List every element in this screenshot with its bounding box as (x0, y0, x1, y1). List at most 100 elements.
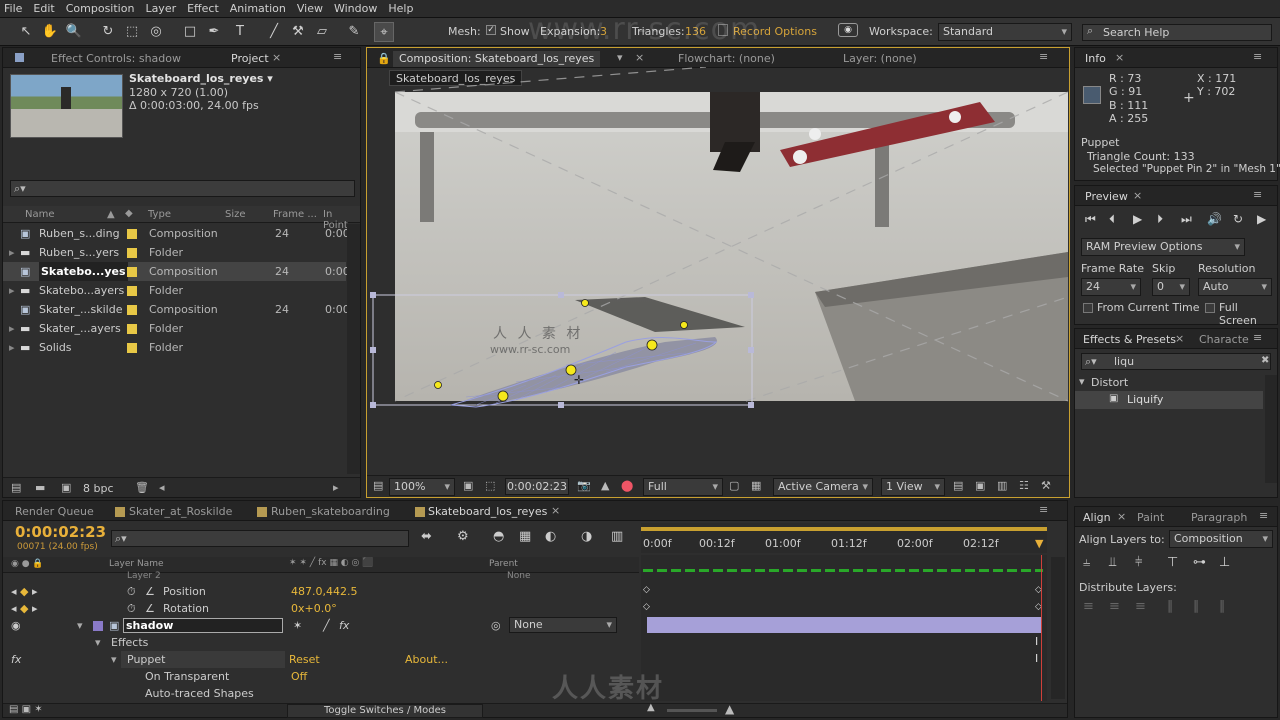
exposure-icon[interactable]: ⚒ (1041, 479, 1051, 492)
tab-info[interactable]: Info (1085, 51, 1106, 67)
transparency-grid-icon[interactable]: ▦ (751, 479, 761, 492)
rotation-row[interactable]: ◂ ◆ ▸ ⏱ ∠ Rotation 0x+0.0° (3, 600, 639, 617)
fx-switch-icon[interactable]: fx (339, 617, 349, 634)
tab-project[interactable]: Project (231, 51, 269, 67)
comp-name[interactable]: Skateboard_los_reyes ▾ (129, 72, 273, 85)
distribute-vcenter-icon[interactable]: ≡ (1109, 599, 1120, 614)
full-screen-checkbox[interactable] (1205, 303, 1215, 313)
col-type[interactable]: Type (148, 209, 171, 220)
close-icon[interactable]: × (635, 51, 644, 64)
puppet-pin-tool-icon[interactable]: ⌖ (374, 22, 394, 42)
current-time-field[interactable]: 0:00:02:23 (505, 478, 569, 495)
show-mesh-checkbox[interactable]: ✓ (486, 25, 496, 35)
interpret-icon[interactable]: ▤ (11, 481, 21, 494)
toggle-pixel-icon[interactable]: ▤ (953, 479, 963, 492)
loop-icon[interactable]: ↻ (1233, 212, 1243, 226)
menu-help[interactable]: Help (388, 2, 413, 15)
layer-color-swatch[interactable] (93, 621, 103, 631)
col-frame[interactable]: Frame ... (273, 209, 317, 220)
menu-composition[interactable]: Composition (66, 2, 135, 15)
menu-layer[interactable]: Layer (145, 2, 176, 15)
graph-editor-icon[interactable]: ◑ (581, 529, 592, 544)
layer-duration-bar[interactable] (647, 617, 1041, 633)
align-to-dropdown[interactable]: Composition (1169, 530, 1273, 548)
menu-edit[interactable]: Edit (33, 2, 54, 15)
eye-icon[interactable]: ◉ (11, 617, 21, 634)
tab-composition[interactable]: Composition: Skateboard_los_reyes (393, 51, 601, 67)
effects-scrollbar[interactable] (1265, 375, 1277, 483)
expand-arrow-icon[interactable]: ▾ (1079, 375, 1085, 388)
on-transparent-value[interactable]: Off (291, 668, 307, 685)
list-item[interactable]: ▸ ▬ Solids Folder (3, 338, 346, 357)
comp-mini-flowchart-icon[interactable]: ⬌ (421, 529, 432, 544)
selection-tool-icon[interactable]: ↖ (16, 22, 36, 42)
quality-switch-icon[interactable]: ╱ (323, 617, 330, 634)
timeline-icon[interactable]: ▥ (997, 479, 1007, 492)
keyframe-icon[interactable]: ◇ (643, 602, 650, 612)
position-value[interactable]: 487.0,442.5 (291, 583, 357, 600)
timeline-scrollbar[interactable] (1051, 557, 1065, 699)
resolution-dropdown[interactable]: Auto (1198, 278, 1272, 296)
about-link[interactable]: About... (405, 651, 448, 668)
brush-tool-icon[interactable]: ╱ (264, 22, 284, 42)
shy-icon[interactable]: ◓ (493, 529, 504, 544)
footer-icons[interactable]: ▤ ▣ ✶ (9, 704, 43, 715)
effects-group-row[interactable]: ▾ Effects (3, 634, 639, 651)
close-icon[interactable]: × (272, 51, 281, 64)
project-search-input[interactable] (10, 180, 355, 197)
hand-tool-icon[interactable]: ✋ (40, 22, 60, 42)
menu-view[interactable]: View (297, 2, 323, 15)
frame-rate-dropdown[interactable]: 24 (1081, 278, 1141, 296)
audio-icon[interactable]: 🔊 (1207, 212, 1222, 226)
tab-layer[interactable]: Layer: (none) (843, 51, 917, 67)
parent-dropdown[interactable]: None (509, 617, 617, 633)
align-hcenter-icon[interactable]: ⫫ (1109, 555, 1116, 570)
list-item-selected[interactable]: ▣ Skatebo...yes Composition 24 0:00 (3, 262, 350, 281)
ram-preview-icon[interactable]: ▶ (1257, 212, 1266, 226)
play-icon[interactable]: ▶ (1133, 212, 1142, 226)
pickwhip-icon[interactable]: ◎ (491, 617, 501, 634)
zoom-dropdown[interactable]: 100% (389, 478, 455, 496)
fast-preview-icon[interactable]: ▣ (975, 479, 985, 492)
zoom-in-icon[interactable]: ▲ (725, 702, 734, 716)
brainstorm-icon[interactable]: ▥ (611, 529, 623, 544)
zoom-tool-icon[interactable]: 🔍 (64, 22, 84, 42)
roto-brush-icon[interactable]: ✎ (344, 22, 364, 42)
effect-category[interactable]: Distort (1091, 376, 1128, 389)
panel-menu-icon[interactable]: ≡ (1039, 503, 1048, 516)
col-size[interactable]: Size (225, 209, 246, 220)
tab-skater-roskilde[interactable]: Skater_at_Roskilde (129, 504, 232, 520)
on-transparent-row[interactable]: On Transparent Off (3, 668, 639, 685)
roi-icon[interactable]: ▢ (729, 479, 739, 492)
lock-icon[interactable]: 🔒 (377, 52, 391, 65)
project-scrollbar[interactable] (347, 224, 360, 474)
ram-preview-options-dropdown[interactable]: RAM Preview Options (1081, 238, 1245, 256)
clone-tool-icon[interactable]: ⚒ (288, 22, 308, 42)
last-frame-icon[interactable]: ⏭ (1181, 212, 1192, 227)
panel-menu-icon[interactable]: ≡ (333, 50, 342, 63)
tab-align[interactable]: Align (1083, 510, 1111, 526)
panel-menu-icon[interactable]: ≡ (1039, 50, 1048, 63)
rotation-value[interactable]: 0x+0.0° (291, 600, 337, 617)
camera-tool-icon[interactable]: ⬚ (122, 22, 142, 42)
close-icon[interactable]: × (1133, 189, 1142, 202)
new-folder-icon[interactable]: ▬ (35, 481, 45, 494)
puppet-effect-row[interactable]: fx ▾ Puppet Reset About... (3, 651, 639, 668)
region-icon[interactable]: ⬚ (485, 479, 495, 492)
type-tool-icon[interactable]: T (230, 22, 250, 42)
quality-dropdown[interactable]: Full (643, 478, 723, 496)
eraser-tool-icon[interactable]: ▱ (312, 22, 332, 42)
snapshot-icon[interactable]: 📷 (577, 479, 591, 492)
close-icon[interactable]: × (1117, 510, 1126, 523)
close-icon[interactable]: × (1115, 51, 1124, 64)
stopwatch-icon[interactable]: ⏱ (127, 600, 136, 617)
effect-item[interactable]: ▣ Liquify (1075, 391, 1263, 409)
panel-menu-icon[interactable]: ≡ (1253, 50, 1262, 63)
workspace-dropdown[interactable]: Standard (938, 23, 1072, 41)
distribute-left-icon[interactable]: ∥ (1167, 599, 1174, 614)
list-item[interactable]: ▸ ▬ Skatebo...ayers Folder (3, 281, 346, 300)
time-ruler[interactable]: 0:00f 00:12f 01:00f 01:12f 02:00f 02:12f… (641, 523, 1047, 553)
flowchart-icon[interactable]: ☷ (1019, 479, 1029, 492)
search-help-input[interactable]: Search Help (1082, 24, 1272, 41)
resolution-icon[interactable]: ▣ (463, 479, 473, 492)
